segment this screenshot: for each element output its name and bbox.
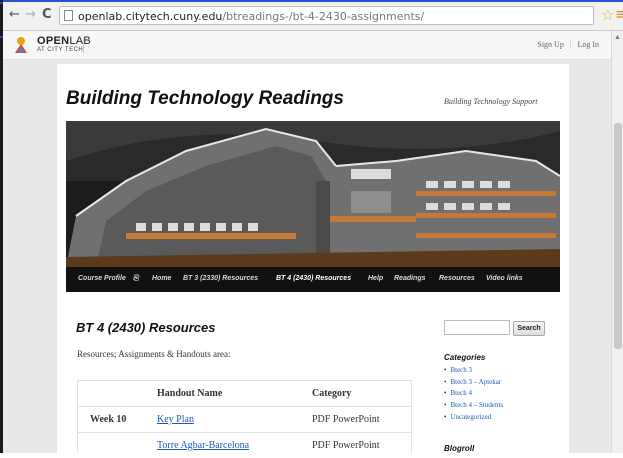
handouts-table: Handout Name Category Week 10 Key Plan P… [77,380,412,458]
browser-toolbar: ← → C openlab.citytech.cuny.edu/btreadin… [3,2,623,31]
handout-cell: Key Plan [157,407,312,433]
search-button[interactable]: Search [513,321,545,336]
nav-resources[interactable]: Resources [439,275,475,282]
handout-link[interactable]: Key Plan [157,414,194,425]
nav-bt4[interactable]: BT 4 (2430) Resources [276,275,351,282]
building-section-illustration [66,121,560,267]
logo-bold: OPEN [37,35,69,47]
link-separator: | [570,40,572,49]
logo-divider [83,37,84,53]
search-input[interactable] [444,320,510,335]
signup-link[interactable]: Sign Up [537,40,563,49]
categories-list: Btech 3 Btech 3 – Aptekar Btech 4 Btech … [444,365,503,423]
table-header-week [77,381,157,407]
category-item[interactable]: Btech 3 [444,365,503,377]
category-item[interactable]: Uncategorized [444,412,503,424]
site-description: Building Technology Support [444,97,537,106]
openlab-admin-bar: OPENLAB AT CITY TECH Sign Up | Log In [3,31,611,60]
week-cell [77,433,157,458]
category-cell: PDF PowerPoint [312,433,412,458]
account-links: Sign Up | Log In [537,40,599,49]
page-title: BT 4 (2430) Resources [76,320,215,335]
category-item[interactable]: Btech 4 [444,388,503,400]
header-image [66,121,560,267]
table-header-row: Handout Name Category [77,381,412,407]
intro-text: Resources; Assignments & Handouts area: [77,349,230,359]
openlab-logo-icon[interactable] [13,36,29,54]
address-bar[interactable]: openlab.citytech.cuny.edu/btreadings-/bt… [59,6,594,25]
nav-course-profile[interactable]: Course Profile [78,275,126,282]
page-icon [64,10,73,21]
blogroll-heading: Blogroll [444,444,474,453]
table-row: Week 10 Key Plan PDF PowerPoint [77,407,412,433]
nav-readings[interactable]: Readings [394,275,426,282]
scrollbar-thumb[interactable] [614,123,622,349]
category-cell: PDF PowerPoint [312,407,412,433]
nav-help[interactable]: Help [368,275,383,282]
bookmark-star-icon[interactable]: ☆ [601,6,614,24]
nav-bt3[interactable]: BT 3 (2330) Resources [183,275,258,282]
category-item[interactable]: Btech 4 – Students [444,400,503,412]
categories-heading: Categories [444,353,485,362]
handout-link[interactable]: Torre Agbar-Barcelona [157,440,249,451]
forward-icon[interactable]: → [25,7,36,22]
page-scrollbar[interactable]: ▲ [611,31,623,453]
url-path: /btreadings-/bt-4-2430-assignments/ [222,10,424,23]
logo-subtitle: AT CITY TECH [37,47,83,53]
table-row: Torre Agbar-Barcelona PDF PowerPoint [77,433,412,458]
main-nav: Course Profile ⎘ Home BT 3 (2330) Resour… [66,267,560,292]
reload-icon[interactable]: C [42,7,52,22]
scroll-up-icon[interactable]: ▲ [614,33,621,41]
site-title[interactable]: Building Technology Readings [66,88,344,110]
url-host: openlab.citytech.cuny.edu [78,10,222,23]
category-item[interactable]: Btech 3 – Aptekar [444,377,503,389]
table-header-name: Handout Name [157,381,312,407]
week-cell: Week 10 [77,407,157,433]
table-header-category: Category [312,381,412,407]
browser-menu-icon[interactable]: ≡ [615,5,623,23]
handout-cell: Torre Agbar-Barcelona [157,433,312,458]
login-link[interactable]: Log In [577,40,599,49]
nav-home[interactable]: Home [152,275,171,282]
logo-light: LAB [69,35,91,47]
back-icon[interactable]: ← [9,7,20,22]
nav-external-icon[interactable]: ⎘ [133,275,139,283]
nav-video-links[interactable]: Video links [486,275,523,282]
